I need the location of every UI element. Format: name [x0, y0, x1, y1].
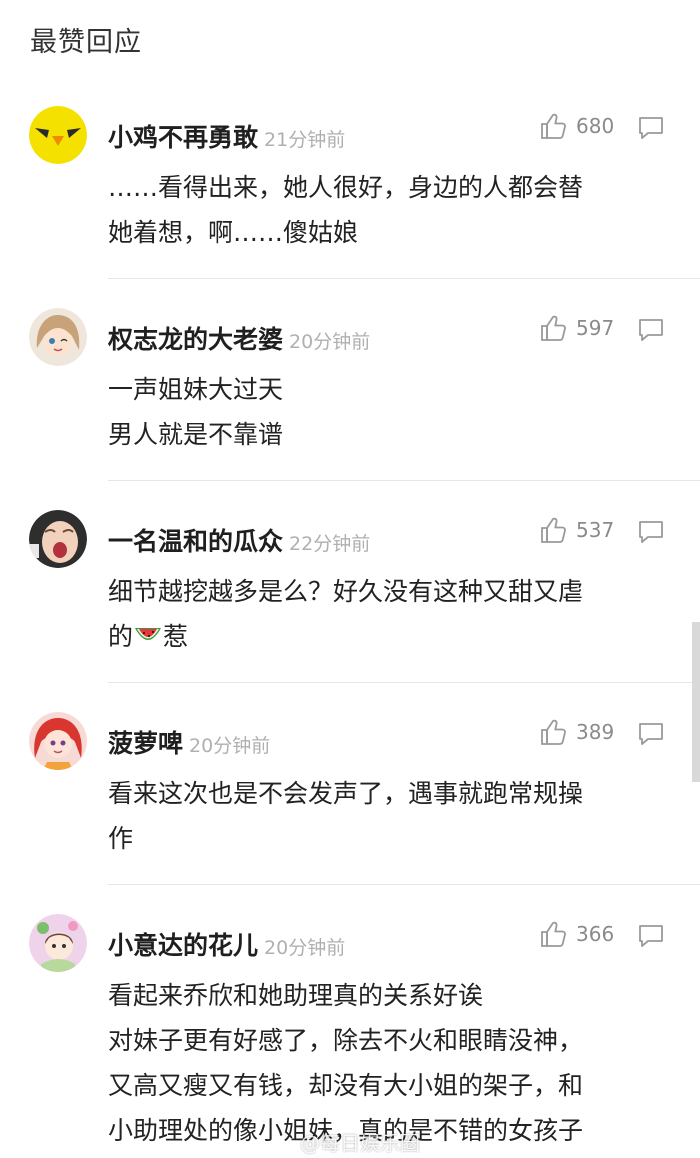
reply-button[interactable] [637, 115, 665, 141]
yellow-chick-avatar-icon[interactable] [29, 106, 87, 164]
like-count: 680 [576, 114, 615, 138]
comment-time: 21分钟前 [264, 129, 346, 151]
comment-line: 看来这次也是不会发声了，遇事就跑常规操 [108, 779, 584, 808]
comment-line: ……看得出来，她人很好，身边的人都会替 [108, 173, 584, 202]
comment-time: 20分钟前 [264, 937, 346, 959]
watermark: @每日娱乐圈 [300, 1131, 420, 1155]
username-text[interactable]: 小意达的花儿 [108, 931, 258, 960]
comment-time: 22分钟前 [289, 533, 371, 555]
comment-username[interactable]: 小鸡不再勇敢 21分钟前 [108, 118, 345, 154]
like-button[interactable]: 389 [538, 717, 614, 747]
comment-text: 细节越挖越多是么？好久没有这种又甜又虐 的 惹 [108, 569, 678, 659]
comment-text: 看来这次也是不会发声了，遇事就跑常规操 作 [108, 771, 678, 861]
username-text[interactable]: 权志龙的大老婆 [108, 325, 283, 354]
comment-username[interactable]: 小意达的花儿 20分钟前 [108, 926, 345, 962]
divider [108, 278, 700, 279]
divider [108, 480, 700, 481]
comment-username[interactable]: 一名温和的瓜众 22分钟前 [108, 522, 370, 558]
comment-bubble-icon [639, 723, 663, 745]
comment-text: ……看得出来，她人很好，身边的人都会替 她着想，啊……傻姑娘 [108, 165, 678, 255]
watermelon-emoji-icon [135, 628, 162, 640]
thumbs-up-icon [541, 113, 566, 139]
username-text[interactable]: 一名温和的瓜众 [108, 527, 283, 556]
divider [108, 884, 700, 885]
scrollbar-thumb[interactable] [692, 622, 700, 782]
comment-line: 细节越挖越多是么？好久没有这种又甜又虐 [108, 577, 584, 606]
like-count: 537 [576, 518, 615, 542]
anime-girl-avatar-icon[interactable] [29, 308, 87, 366]
comment-line: 对妹子更有好感了，除去不火和眼睛没神， [108, 1026, 584, 1055]
comment-text: 一声姐妹大过天 男人就是不靠谱 [108, 367, 678, 457]
divider [108, 682, 700, 683]
comment-username[interactable]: 菠萝啤 20分钟前 [108, 724, 270, 760]
flower-girl-avatar-icon[interactable] [29, 914, 87, 972]
like-count: 389 [576, 720, 615, 744]
red-hair-girl-avatar-icon[interactable] [29, 712, 87, 770]
comment-bubble-icon [639, 925, 663, 947]
thumbs-up-icon [541, 517, 566, 543]
comment-line: 她着想，啊……傻姑娘 [108, 218, 359, 247]
like-count: 366 [576, 922, 615, 946]
comment-text: 看起来乔欣和她助理真的关系好诶 对妹子更有好感了，除去不火和眼睛没神， 又高又瘦… [108, 973, 678, 1153]
like-count: 597 [576, 316, 615, 340]
comment-line-suffix: 惹 [163, 622, 189, 651]
like-button[interactable]: 597 [538, 313, 614, 343]
comment-line: 的 惹 [108, 614, 678, 659]
thumbs-up-icon [541, 315, 566, 341]
username-text[interactable]: 小鸡不再勇敢 [108, 123, 258, 152]
comment-bubble-icon [639, 117, 663, 139]
like-button[interactable]: 680 [538, 111, 614, 141]
section-title: 最赞回应 [30, 27, 142, 58]
thumbs-up-icon [541, 921, 566, 947]
reply-button[interactable] [637, 923, 665, 949]
comment-line: 作 [108, 824, 134, 853]
thumbs-up-icon [541, 719, 566, 745]
comment-line: 一声姐妹大过天 [108, 375, 284, 404]
comment-time: 20分钟前 [289, 331, 371, 353]
like-button[interactable]: 366 [538, 919, 614, 949]
comment-bubble-icon [639, 521, 663, 543]
comment-time: 20分钟前 [189, 735, 271, 757]
comment-line-prefix: 的 [108, 622, 134, 651]
reply-button[interactable] [637, 721, 665, 747]
username-text[interactable]: 菠萝啤 [108, 729, 183, 758]
like-button[interactable]: 537 [538, 515, 614, 545]
reply-button[interactable] [637, 317, 665, 343]
crying-baby-avatar-icon[interactable] [29, 510, 87, 568]
comment-username[interactable]: 权志龙的大老婆 20分钟前 [108, 320, 370, 356]
reply-button[interactable] [637, 519, 665, 545]
comment-line: 看起来乔欣和她助理真的关系好诶 [108, 981, 484, 1010]
comment-line: 男人就是不靠谱 [108, 420, 284, 449]
comment-bubble-icon [639, 319, 663, 341]
comment-line: 又高又瘦又有钱，却没有大小姐的架子，和 [108, 1071, 584, 1100]
